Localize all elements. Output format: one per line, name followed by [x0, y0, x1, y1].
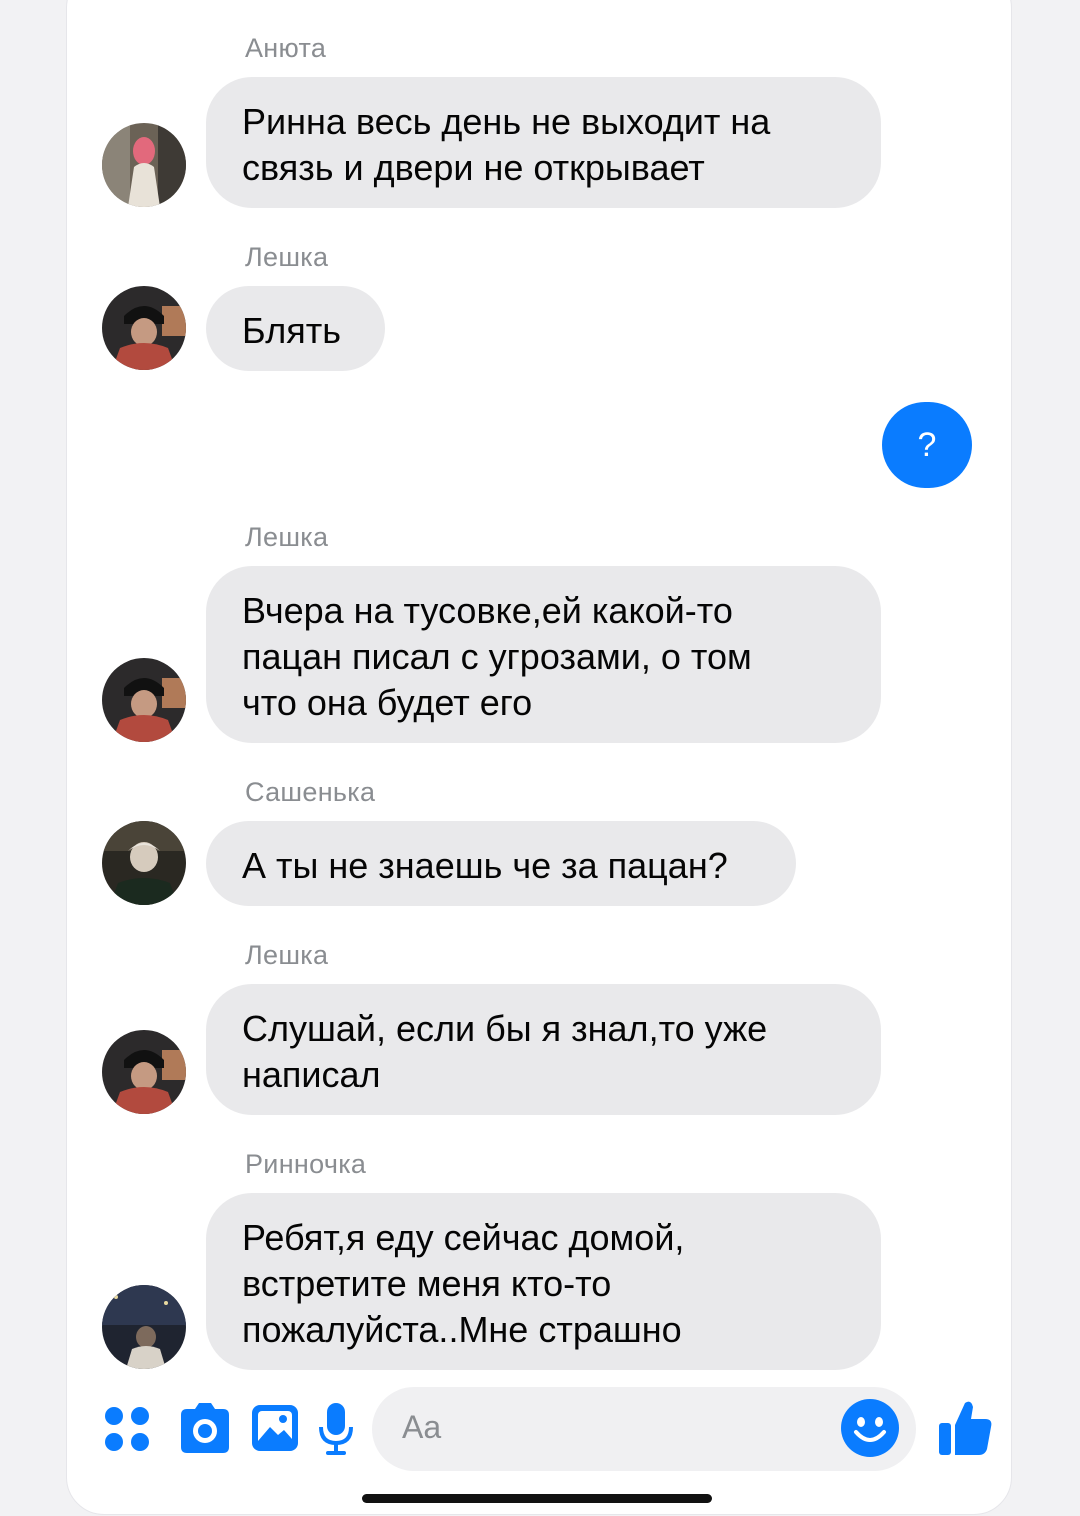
message-bubble[interactable]: Ребят,я еду сейчас домой, встретите меня… — [206, 1193, 881, 1370]
avatar-anyuta[interactable] — [102, 123, 186, 207]
avatar-leshka[interactable] — [102, 286, 186, 370]
gallery-icon[interactable] — [250, 1403, 300, 1458]
apps-icon[interactable] — [103, 1405, 151, 1458]
avatar-leshka[interactable] — [102, 1030, 186, 1114]
message-line: Блять — [242, 310, 341, 351]
microphone-icon[interactable] — [318, 1401, 354, 1462]
avatar-sashenka[interactable] — [102, 821, 186, 905]
message-composer: Aa — [67, 1381, 1011, 1477]
message-line: Вчера на тусовке,ей какой-то — [242, 590, 733, 631]
message-bubble[interactable]: А ты не знаешь че за пацан? — [206, 821, 796, 906]
thumbs-up-icon[interactable] — [937, 1397, 993, 1462]
sender-name: Лешка — [245, 522, 329, 552]
message-bubble[interactable]: Ринна весь день не выходит на связь и дв… — [206, 77, 881, 208]
avatar-rinnochka[interactable] — [102, 1285, 186, 1369]
sender-name: Лешка — [245, 242, 329, 272]
camera-icon[interactable] — [177, 1401, 233, 1460]
message-line: А ты не знаешь че за пацан? — [242, 845, 728, 886]
sender-name: Сашенька — [245, 777, 376, 807]
home-indicator — [362, 1494, 712, 1503]
message-bubble[interactable]: Вчера на тусовке,ей какой-то пацан писал… — [206, 566, 881, 743]
message-line: написал — [242, 1054, 381, 1095]
message-line: встретите меня кто-то — [242, 1263, 612, 1304]
outgoing-message-bubble[interactable]: ? — [882, 402, 972, 488]
message-line: пацан писал с угрозами, о том — [242, 636, 752, 677]
message-input-placeholder: Aa — [402, 1409, 442, 1445]
sender-name: Лешка — [245, 940, 329, 970]
message-line: что она будет его — [242, 682, 533, 723]
message-line: пожалуйста..Мне страшно — [242, 1309, 682, 1350]
emoji-icon[interactable] — [840, 1398, 900, 1463]
avatar-leshka[interactable] — [102, 658, 186, 742]
message-bubble[interactable]: Блять — [206, 286, 385, 371]
message-input[interactable]: Aa — [372, 1387, 916, 1471]
sender-name: Ринночка — [245, 1149, 367, 1179]
messenger-screen: Анюта Ринна весь день не выходит на связ… — [66, 0, 1012, 1515]
sender-name: Анюта — [245, 33, 327, 63]
message-line: связь и двери не открывает — [242, 147, 705, 188]
message-line: Ринна весь день не выходит на — [242, 101, 771, 142]
message-line: Слушай, если бы я знал,то уже — [242, 1008, 768, 1049]
message-line: Ребят,я еду сейчас домой, — [242, 1217, 685, 1258]
message-bubble[interactable]: Слушай, если бы я знал,то уже написал — [206, 984, 881, 1115]
